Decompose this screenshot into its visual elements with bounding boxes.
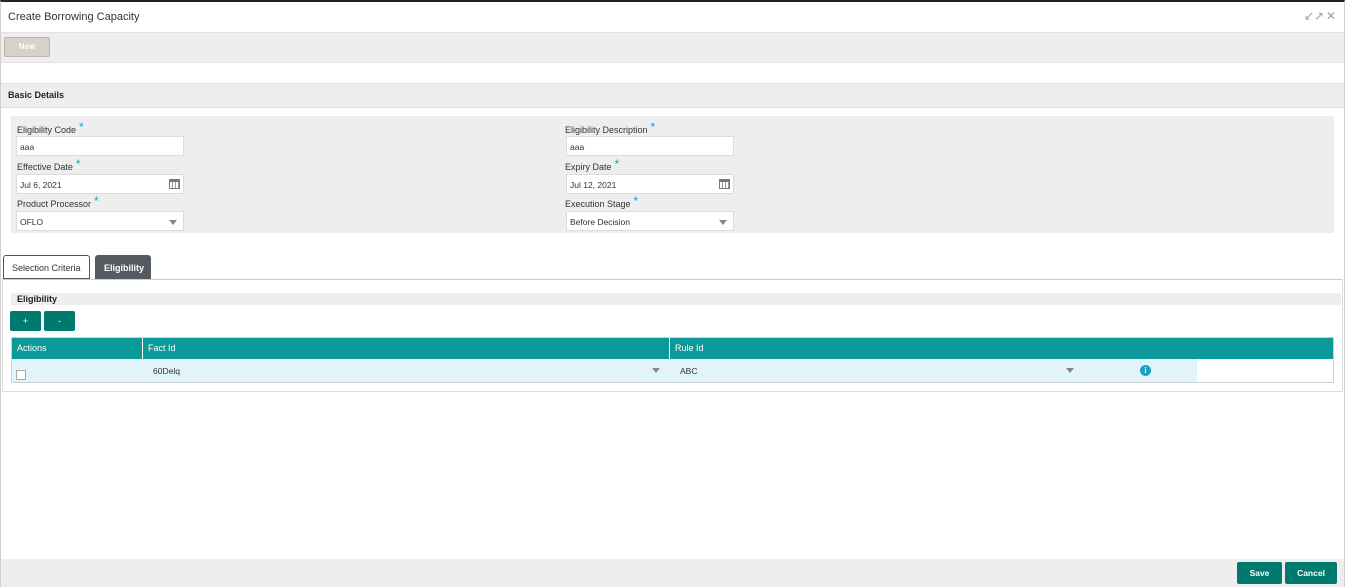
cancel-button[interactable]: Cancel (1285, 562, 1337, 584)
tab-eligibility[interactable]: Eligibility (95, 255, 151, 279)
title-bar: Create Borrowing Capacity ↙↗ ✕ (1, 2, 1344, 32)
window-title: Create Borrowing Capacity (8, 11, 140, 23)
expiry-date-input[interactable]: Jul 12, 2021 (566, 174, 734, 194)
product-processor-label: Product Processor * (17, 194, 99, 209)
chevron-down-icon (719, 220, 727, 225)
dialog-window: Create Borrowing Capacity ↙↗ ✕ New Basic… (0, 0, 1345, 587)
chevron-down-icon (169, 220, 177, 225)
rule-id-select[interactable]: ABC (670, 359, 1080, 382)
remove-row-button[interactable]: - (44, 311, 75, 331)
column-header-rule-id[interactable]: Rule Id (670, 338, 1333, 359)
chevron-down-icon (1066, 368, 1074, 373)
eligibility-code-label: Eligibility Code * (17, 120, 84, 135)
calendar-icon[interactable] (719, 179, 730, 189)
table-row: 60Delq ABC i (12, 359, 1197, 382)
add-row-button[interactable]: + (10, 311, 41, 331)
minimize-icon[interactable]: ↙↗ (1304, 9, 1324, 23)
required-mark: * (650, 120, 656, 134)
table-header-row: Actions Fact Id Rule Id (12, 338, 1333, 359)
close-icon[interactable]: ✕ (1326, 9, 1336, 23)
chevron-down-icon (652, 368, 660, 373)
actions-cell (12, 359, 143, 382)
tab-selection-criteria[interactable]: Selection Criteria (3, 255, 90, 279)
execution-stage-label: Execution Stage * (565, 194, 639, 209)
calendar-icon[interactable] (169, 179, 180, 189)
toolbar: New (1, 32, 1344, 63)
eligibility-description-input[interactable]: aaa (566, 136, 734, 156)
required-mark: * (79, 120, 84, 134)
footer-bar: Save Cancel (1, 559, 1344, 587)
section-title: Basic Details (8, 90, 65, 100)
basic-details-form: Eligibility Code * aaa Effective Date * Ju… (11, 116, 1334, 233)
expiry-date-label: Expiry Date * (565, 157, 620, 172)
required-mark: * (75, 157, 81, 171)
required-mark: * (614, 157, 620, 171)
product-processor-select[interactable]: OFLO (16, 211, 184, 231)
eligibility-description-label: Eligibility Description * (565, 120, 656, 135)
required-mark: * (633, 194, 639, 208)
new-button[interactable]: New (4, 37, 50, 57)
column-header-actions[interactable]: Actions (12, 338, 143, 359)
column-header-fact-id[interactable]: Fact Id (143, 338, 670, 359)
eligibility-grid-header: Eligibility (11, 293, 1341, 305)
fact-id-select[interactable]: 60Delq (143, 359, 666, 382)
grid-title: Eligibility (17, 294, 58, 304)
effective-date-input[interactable]: Jul 6, 2021 (16, 174, 184, 194)
eligibility-table: Actions Fact Id Rule Id 60Delq ABC i (11, 337, 1334, 383)
required-mark: * (94, 194, 99, 208)
row-checkbox[interactable] (16, 370, 26, 380)
basic-details-header: Basic Details (1, 83, 1344, 108)
save-button[interactable]: Save (1237, 562, 1282, 584)
eligibility-code-input[interactable]: aaa (16, 136, 184, 156)
info-icon[interactable]: i (1140, 365, 1151, 376)
execution-stage-select[interactable]: Before Decision (566, 211, 734, 231)
effective-date-label: Effective Date * (17, 157, 81, 172)
